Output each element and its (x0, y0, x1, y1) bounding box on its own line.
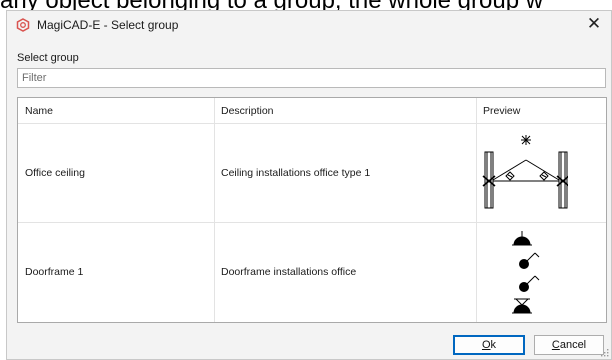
select-group-label: Select group (17, 52, 79, 64)
window-title: MagiCAD-E - Select group (37, 18, 179, 32)
ok-mnemonic: O (481, 339, 491, 351)
cancel-button[interactable]: Cancel (534, 335, 604, 355)
magicad-logo-icon (16, 18, 30, 32)
column-header-name[interactable]: Name (25, 105, 53, 117)
title-bar[interactable]: MagiCAD-E - Select group ✕ (7, 11, 611, 39)
doorframe-installation-symbol-icon (512, 231, 540, 314)
resize-grip-icon[interactable] (599, 347, 609, 357)
filter-input[interactable] (17, 68, 606, 88)
select-group-dialog: MagiCAD-E - Select group ✕ Select group … (6, 10, 612, 360)
group-description: Ceiling installations office type 1 (221, 167, 371, 179)
ok-label: k (490, 339, 497, 351)
column-header-preview[interactable]: Preview (483, 105, 520, 117)
column-header-description[interactable]: Description (221, 105, 274, 117)
ok-button[interactable]: Ok (453, 335, 525, 355)
group-list-header: Name Description Preview (18, 98, 606, 124)
cancel-label: ancel (559, 339, 587, 351)
close-button[interactable]: ✕ (577, 11, 611, 37)
group-name: Doorframe 1 (25, 266, 84, 278)
group-list[interactable]: Name Description Preview Office ceiling … (17, 97, 607, 323)
table-row[interactable]: Doorframe 1 Doorframe installations offi… (18, 223, 606, 322)
group-description: Doorframe installations office (221, 266, 357, 278)
cancel-mnemonic: C (551, 339, 560, 351)
ceiling-installation-symbol-icon (482, 135, 568, 209)
group-name: Office ceiling (25, 167, 85, 179)
table-row[interactable]: Office ceiling Ceiling installations off… (18, 124, 606, 223)
